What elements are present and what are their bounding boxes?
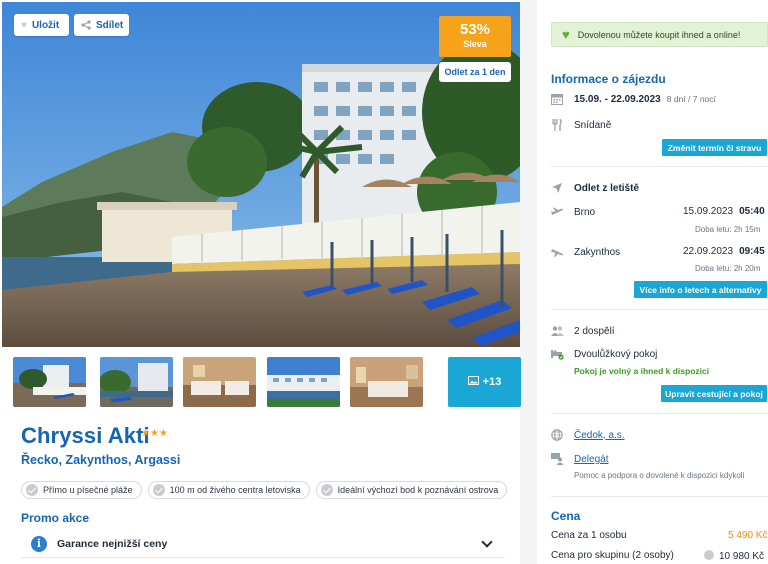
agency-row: Čedok, a.s. <box>551 429 625 441</box>
cutlery-icon <box>551 118 565 131</box>
page: ♥ Uložit Sdílet 53% Sleva Odlet za 1 den <box>0 0 768 564</box>
gallery-thumbnails: +13 <box>13 357 521 407</box>
board-row: Snídaně <box>551 118 612 131</box>
navigation-arrow-icon <box>551 182 565 194</box>
room-type: Dvoulůžkový pokoj <box>574 348 658 360</box>
return-duration: Doba letu: 2h 20m <box>695 264 761 273</box>
hotel-tag: 100 m od živého centra letoviska <box>147 481 310 499</box>
price-per-person-value: 5 490 Kč <box>728 530 768 541</box>
price-per-person-row: Cena za 1 osobu <box>551 530 627 541</box>
discount-label: Sleva <box>463 39 487 49</box>
board-type: Snídaně <box>574 119 612 131</box>
hotel-location: Řecko, Zakynthos, Argassi <box>21 453 181 467</box>
heart-icon: ♥ <box>562 27 570 42</box>
gallery-thumbnail[interactable] <box>350 357 423 407</box>
promo-accordion[interactable]: i Garance nejnižší ceny <box>21 530 505 558</box>
info-circle-icon[interactable] <box>704 550 714 560</box>
hotel-tag-label: 100 m od živého centra letoviska <box>169 485 301 495</box>
hotel-name: Chryssi Akti <box>21 423 150 448</box>
heart-icon: ♥ <box>21 19 27 31</box>
info-icon: i <box>31 535 47 552</box>
gallery-thumbnail[interactable] <box>13 357 86 407</box>
travellers-row: 2 dospělí <box>551 325 615 337</box>
travellers-count: 2 dospělí <box>574 325 615 337</box>
return-datetime: 22.09.2023 09:45 <box>683 246 765 257</box>
globe-icon <box>551 429 565 441</box>
outbound-time: 05:40 <box>739 206 765 217</box>
outbound-datetime: 15.09.2023 05:40 <box>683 206 765 217</box>
check-icon <box>320 484 333 496</box>
hero-photo[interactable]: ♥ Uložit Sdílet 53% Sleva Odlet za 1 den <box>2 2 520 347</box>
price-group-row: Cena pro skupinu (2 osoby) <box>551 550 674 561</box>
return-city: Zakynthos <box>574 246 621 258</box>
price-group-label: Cena pro skupinu (2 osoby) <box>551 550 674 561</box>
hotel-tag: Přímo u písečné pláže <box>21 481 142 499</box>
users-icon <box>551 325 565 337</box>
flights-info-button[interactable]: Více info o letech a alternativy <box>634 281 767 298</box>
outbound-duration: Doba letu: 2h 15m <box>695 225 761 234</box>
price-group-value: 10 980 Kč <box>719 551 765 562</box>
hotel-tags: Přímo u písečné pláže 100 m od živého ce… <box>21 481 508 499</box>
hotel-tag-label: Přímo u písečné pláže <box>43 485 133 495</box>
departure-airport-row: Odlet z letiště <box>551 182 639 194</box>
gallery-more-button[interactable]: +13 <box>448 357 521 407</box>
photos-icon <box>467 376 479 388</box>
gallery-thumbnail[interactable] <box>100 357 173 407</box>
delegate-row: Delegát <box>551 453 608 465</box>
gallery-thumbnail[interactable] <box>267 357 340 407</box>
trip-duration: 8 dní / 7 nocí <box>666 94 716 104</box>
plane-landing-icon <box>551 246 565 258</box>
price-title: Cena <box>551 509 581 523</box>
trip-dates: 15.09. - 22.09.2023 <box>574 93 661 105</box>
hotel-stars: ★★★ <box>141 428 168 439</box>
agency-link[interactable]: Čedok, a.s. <box>574 430 625 441</box>
gallery-thumbnail[interactable] <box>183 357 256 407</box>
share-icon <box>81 20 91 30</box>
outbound-date: 15.09.2023 <box>683 206 734 217</box>
chevron-down-icon <box>481 536 493 548</box>
price-per-person-label: Cena za 1 osobu <box>551 530 627 541</box>
promo-item-label: Garance nejnižší ceny <box>57 537 168 550</box>
check-icon <box>152 484 165 496</box>
hotel-tag-label: Ideální výchozí bod k poznávání ostrova <box>337 485 499 495</box>
departure-airport-title: Odlet z letiště <box>574 182 640 194</box>
share-label: Sdílet <box>96 19 124 31</box>
divider <box>551 309 768 310</box>
share-button[interactable]: Sdílet <box>74 14 129 36</box>
outbound-flight-row: Brno <box>551 206 595 218</box>
room-row: Dvoulůžkový pokoj <box>551 348 657 360</box>
discount-percent: 53% <box>459 21 491 38</box>
save-button[interactable]: ♥ Uložit <box>14 14 69 36</box>
bed-check-icon <box>551 348 565 360</box>
trip-info-title: Informace o zájezdu <box>551 72 666 86</box>
change-term-button[interactable]: Změnit termín či stravu <box>662 139 767 156</box>
promo-title: Promo akce <box>21 511 90 525</box>
plane-takeoff-icon <box>551 206 565 218</box>
delegate-link[interactable]: Delegát <box>574 454 608 465</box>
return-date: 22.09.2023 <box>683 246 734 257</box>
calendar-icon <box>551 93 565 105</box>
online-banner-text: Dovolenou můžete koupit ihned a online! <box>577 29 741 40</box>
divider <box>551 496 768 497</box>
hotel-tag: Ideální výchozí bod k poznávání ostrova <box>315 481 508 499</box>
check-icon <box>26 484 38 496</box>
online-purchase-banner: ♥ Dovolenou můžete koupit ihned a online… <box>551 22 768 47</box>
edit-travellers-button[interactable]: Upravit cestující a pokoj <box>661 385 767 402</box>
divider <box>551 413 768 414</box>
departure-badge: Odlet za 1 den <box>439 62 511 82</box>
delegate-icon <box>551 453 565 465</box>
outbound-city: Brno <box>574 206 596 218</box>
save-label: Uložit <box>31 19 60 31</box>
gallery-more-count: +13 <box>482 376 502 388</box>
trip-dates-row: 15.09. - 22.09.2023 8 dní / 7 nocí <box>551 93 716 105</box>
discount-badge: 53% Sleva <box>439 16 511 57</box>
delegate-description: Pomoc a podpora o dovolené k dispozici k… <box>574 471 745 480</box>
divider <box>551 166 768 167</box>
return-time: 09:45 <box>739 246 765 257</box>
booking-sidebar: ♥ Dovolenou můžete koupit ihned a online… <box>537 0 768 564</box>
hotel-detail-panel: ♥ Uložit Sdílet 53% Sleva Odlet za 1 den <box>0 0 521 564</box>
price-group-value-wrap: 10 980 Kč <box>704 550 764 562</box>
return-flight-row: Zakynthos <box>551 246 620 258</box>
room-availability: Pokoj je volný a ihned k dispozici <box>574 366 710 376</box>
